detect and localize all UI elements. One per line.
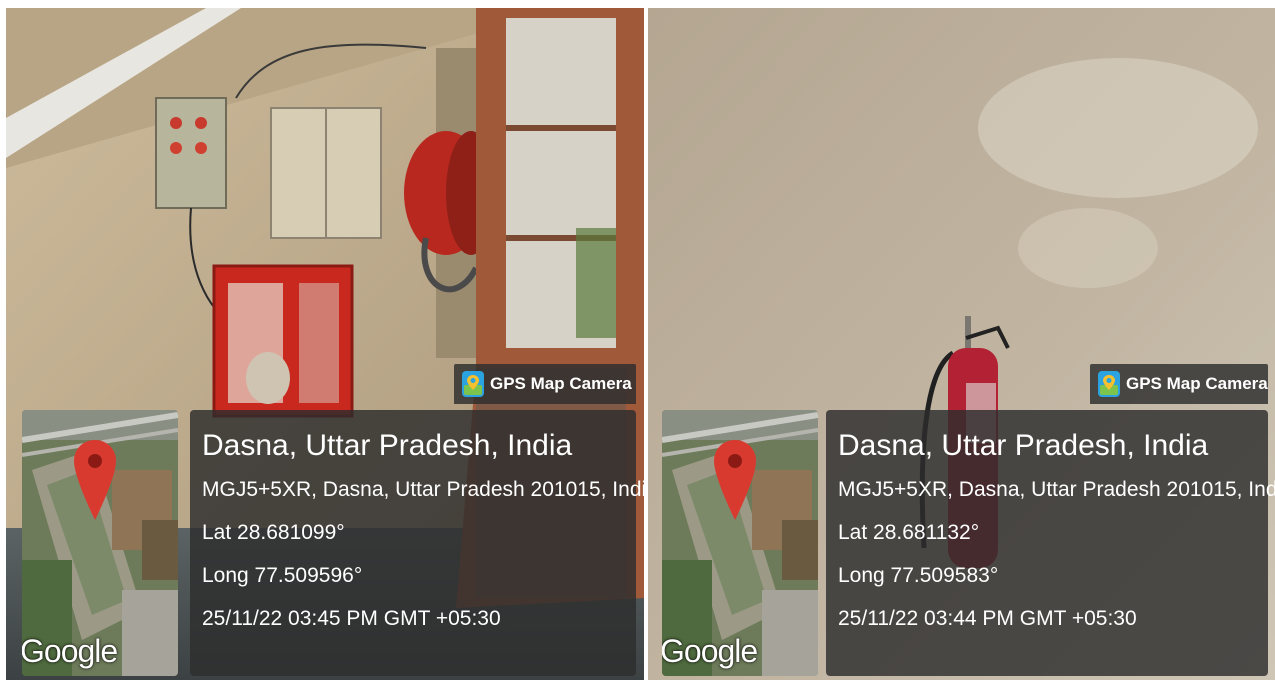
- place-name: Dasna, Uttar Pradesh, India: [838, 429, 1209, 462]
- gps-map-camera-badge: GPS Map Camera: [454, 364, 636, 404]
- gps-map-camera-icon: [462, 371, 484, 397]
- google-logo: Google: [662, 633, 758, 669]
- latitude-text: Lat 28.681099°: [202, 521, 345, 544]
- location-info-panel: Dasna, Uttar Pradesh, India MGJ5+5XR, Da…: [190, 410, 644, 676]
- latitude-text: Lat 28.681132°: [838, 521, 980, 544]
- location-pin-icon: [74, 440, 116, 520]
- app-name-label: GPS Map Camera: [490, 374, 632, 393]
- photo-right: GPS Map Camera Google Dasna, Uttar Prade…: [648, 8, 1275, 680]
- location-info-panel: Dasna, Uttar Pradesh, India MGJ5+5XR, Da…: [826, 410, 1275, 676]
- map-thumbnail: Google: [22, 410, 178, 676]
- datetime-text: 25/11/22 03:44 PM GMT +05:30: [838, 607, 1137, 630]
- address-text: MGJ5+5XR, Dasna, Uttar Pradesh 201015, I…: [838, 478, 1275, 501]
- gps-map-camera-badge: GPS Map Camera: [1090, 364, 1268, 404]
- place-name: Dasna, Uttar Pradesh, India: [202, 429, 573, 462]
- address-text: MGJ5+5XR, Dasna, Uttar Pradesh 201015, I…: [202, 478, 644, 501]
- google-logo: Google: [22, 633, 118, 669]
- datetime-text: 25/11/22 03:45 PM GMT +05:30: [202, 607, 501, 630]
- photo-left: GPS Map Camera Google Dasna, Uttar Prade…: [6, 8, 644, 680]
- longitude-text: Long 77.509596°: [202, 564, 363, 587]
- longitude-text: Long 77.509583°: [838, 564, 999, 587]
- app-name-label: GPS Map Camera: [1126, 374, 1268, 393]
- gps-map-camera-icon: [1098, 371, 1120, 397]
- map-thumbnail: Google: [662, 410, 818, 676]
- location-pin-icon: [714, 440, 756, 520]
